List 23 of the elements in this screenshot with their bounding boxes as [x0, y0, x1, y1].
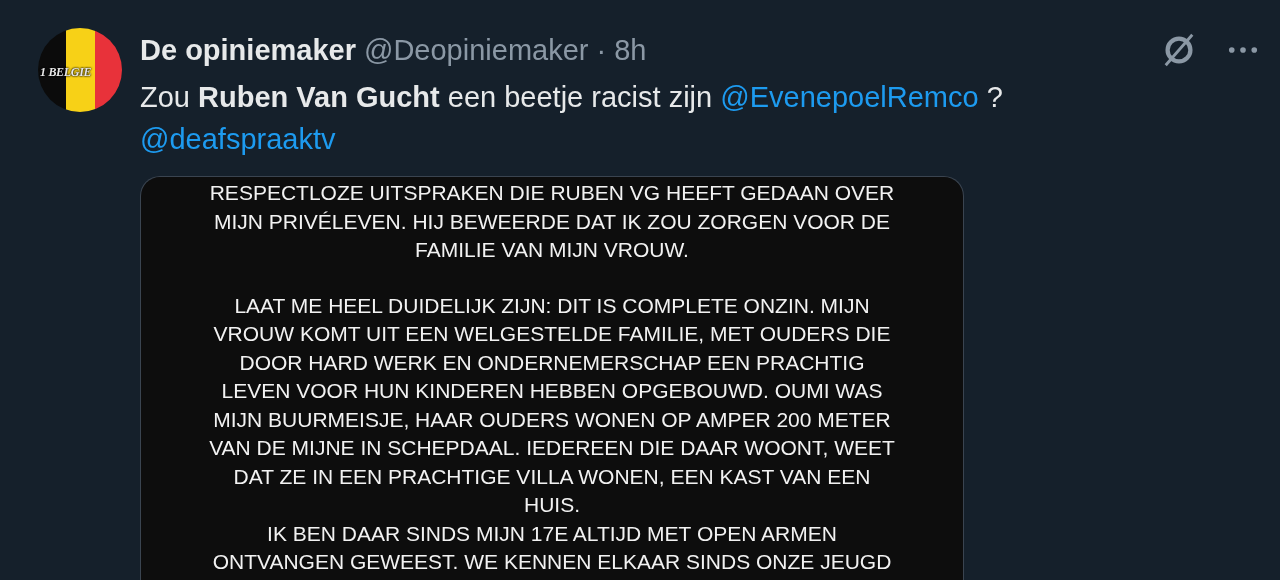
- image-text-line: VROUW KOMT UIT EEN WELGESTELDE FAMILIE, MET OUDERS DIE: [213, 321, 891, 347]
- image-text-line: HUIS.: [524, 492, 580, 518]
- display-name[interactable]: De opiniemaker: [140, 33, 356, 67]
- image-text-line: RESPECTLOZE UITSPRAKEN DIE RUBEN VG HEEFT GEDAAN OVER: [209, 180, 895, 206]
- user-handle[interactable]: @Deopiniemaker: [364, 33, 589, 67]
- mention-link[interactable]: @deafspraaktv: [140, 123, 336, 155]
- image-card[interactable]: [140, 176, 964, 580]
- image-text-line: MIJN BUURMEISJE, HAAR OUDERS WONEN OP AMPER 200 METER: [213, 406, 891, 433]
- avatar[interactable]: [38, 28, 122, 112]
- tweet-text: Zou Ruben Van Gucht een beetje racist zijn @EvenepoelRemco ? @deafspraaktv: [140, 80, 1004, 157]
- mention-link[interactable]: @EvenepoelRemco: [720, 81, 979, 113]
- image-text-line: ONTVANGEN GEWEEST. WE KENNEN ELKAAR SINDS ONZE JEUGD: [212, 549, 892, 575]
- image-text-line: FAMILIE VAN MIJN VROUW.: [415, 237, 689, 263]
- image-text-line: LAAT ME HEEL DUIDELIJK ZIJN: DIT IS COMPLETE ONZIN. MIJN: [234, 292, 870, 319]
- image-text-line: DOOR HARD WERK EN ONDERNEMERSCHAP EEN PRACHTIG: [239, 349, 865, 376]
- image-text-line: LEVEN VOOR HUN KINDEREN HEBBEN OPGEBOUWD. OUMI WAS: [221, 378, 883, 404]
- image-text-line: DAT ZE IN EEN PRACHTIGE VILLA WONEN, EEN KAST VAN EEN: [233, 463, 871, 490]
- image-text-line: VAN DE MIJNE IN SCHEPDAAL. IEDEREEN DIE DAAR WOONT, WEET: [209, 435, 895, 461]
- image-text-line: MIJN PRIVÉLEVEN. HIJ BEWEERDE DAT IK ZOU ZORGEN VOOR DE: [214, 208, 890, 235]
- separator-dot: ·: [596, 33, 607, 67]
- image-text-line: IK BEN DAAR SINDS MIJN 17E ALTIJD MET OPEN ARMEN: [267, 520, 837, 547]
- more-icon[interactable]: [1228, 46, 1258, 54]
- timestamp[interactable]: 8h: [614, 33, 647, 67]
